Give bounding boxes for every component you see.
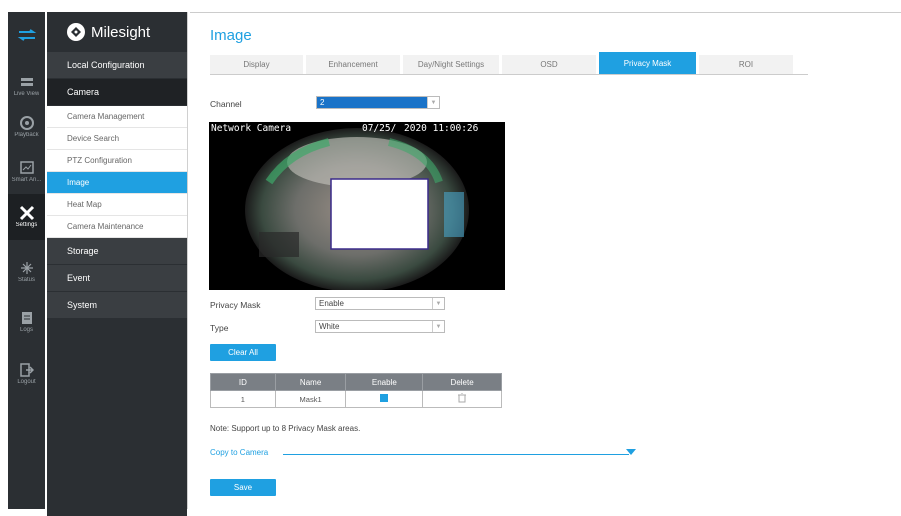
mask-enable-cell bbox=[345, 390, 424, 408]
tab-osd[interactable]: OSD bbox=[502, 55, 596, 74]
type-select[interactable]: White ▼ bbox=[315, 320, 445, 333]
tab-day-night-settings[interactable]: Day/Night Settings bbox=[403, 55, 499, 74]
rail-label: Smart An... bbox=[11, 176, 42, 183]
image-tabs: Display Enhancement Day/Night Settings O… bbox=[210, 52, 808, 75]
tab-display[interactable]: Display bbox=[210, 55, 303, 74]
milesight-logo-icon bbox=[67, 23, 85, 41]
transfer-icon[interactable] bbox=[8, 12, 45, 58]
brand-header: Milesight bbox=[47, 12, 187, 52]
privacy-mask-select[interactable]: Enable ▼ bbox=[315, 297, 445, 310]
osd-camera-name: Network Camera bbox=[211, 123, 292, 134]
mask-name: Mask1 bbox=[274, 390, 347, 408]
table-row: 1 Mask1 bbox=[210, 390, 502, 408]
video-preview[interactable]: Network Camera 07/25/ 2020 11:00:26 bbox=[209, 122, 505, 290]
nav-local-configuration[interactable]: Local Configuration bbox=[47, 52, 187, 79]
rail-label: Settings bbox=[15, 221, 38, 228]
nav-ptz-configuration[interactable]: PTZ Configuration bbox=[47, 150, 187, 172]
playback-icon bbox=[19, 115, 35, 130]
live-view-icon bbox=[19, 75, 35, 89]
type-label: Type bbox=[210, 323, 229, 333]
osd-date: 07/25/ bbox=[362, 123, 397, 134]
copy-to-camera-link[interactable]: Copy to Camera bbox=[210, 448, 268, 457]
nav-camera-maintenance[interactable]: Camera Maintenance bbox=[47, 216, 187, 238]
channel-label: Channel bbox=[210, 99, 242, 109]
icon-rail: Live View Playback Smart An... Settings … bbox=[8, 12, 45, 509]
status-icon bbox=[19, 261, 35, 275]
osd-time: 2020 11:00:26 bbox=[404, 123, 479, 134]
save-button[interactable]: Save bbox=[210, 479, 276, 496]
clear-all-button[interactable]: Clear All bbox=[210, 344, 276, 361]
rail-label: Logout bbox=[17, 378, 36, 385]
rail-item-status[interactable]: Status bbox=[8, 252, 45, 292]
mask-id: 1 bbox=[210, 390, 276, 408]
expand-arrow-icon[interactable] bbox=[626, 449, 636, 455]
rail-item-logout[interactable]: Logout bbox=[8, 354, 45, 394]
copy-divider bbox=[283, 454, 629, 455]
page-title: Image bbox=[210, 27, 252, 44]
nav-heat-map[interactable]: Heat Map bbox=[47, 194, 187, 216]
tab-enhancement[interactable]: Enhancement bbox=[306, 55, 400, 74]
chevron-down-icon: ▼ bbox=[432, 321, 444, 332]
channel-value: 2 bbox=[320, 98, 325, 107]
rail-label: Status bbox=[17, 276, 35, 283]
nav-camera-management[interactable]: Camera Management bbox=[47, 106, 187, 128]
nav-device-search[interactable]: Device Search bbox=[47, 128, 187, 150]
rail-item-smart-analytics[interactable]: Smart An... bbox=[8, 152, 45, 192]
fisheye-image bbox=[245, 128, 469, 290]
type-value: White bbox=[319, 322, 340, 331]
col-delete: Delete bbox=[422, 373, 502, 391]
smart-analytics-icon bbox=[19, 161, 35, 175]
rail-label: Logs bbox=[19, 326, 33, 333]
rail-item-live-view[interactable]: Live View bbox=[8, 66, 45, 106]
app: Live View Playback Smart An... Settings … bbox=[0, 0, 901, 516]
logs-icon bbox=[19, 311, 35, 325]
chevron-down-icon: ▼ bbox=[432, 298, 444, 309]
enable-checkbox[interactable] bbox=[380, 394, 389, 402]
main-content: Image Display Enhancement Day/Night Sett… bbox=[190, 12, 901, 509]
logout-icon bbox=[19, 362, 35, 377]
rail-item-settings[interactable]: Settings bbox=[8, 194, 45, 240]
tab-roi[interactable]: ROI bbox=[699, 55, 793, 74]
col-enable: Enable bbox=[345, 373, 424, 391]
brand-name: Milesight bbox=[91, 23, 151, 41]
mask-limit-note: Note: Support up to 8 Privacy Mask areas… bbox=[210, 424, 361, 433]
nav-storage[interactable]: Storage bbox=[47, 238, 187, 265]
nav-image[interactable]: Image bbox=[47, 172, 187, 194]
trash-icon[interactable] bbox=[458, 392, 467, 405]
nav-camera[interactable]: Camera bbox=[47, 79, 187, 106]
rail-label: Live View bbox=[13, 90, 40, 97]
nav-event[interactable]: Event bbox=[47, 265, 187, 292]
rail-item-logs[interactable]: Logs bbox=[8, 302, 45, 342]
tab-privacy-mask[interactable]: Privacy Mask bbox=[599, 52, 696, 74]
settings-icon bbox=[19, 205, 35, 220]
mask-delete-cell bbox=[422, 390, 502, 408]
privacy-mask-value: Enable bbox=[319, 299, 344, 308]
nav-system[interactable]: System bbox=[47, 292, 187, 319]
privacy-mask-label: Privacy Mask bbox=[210, 300, 261, 310]
col-name: Name bbox=[274, 373, 347, 391]
channel-select[interactable]: 2 ▼ bbox=[316, 96, 440, 109]
rail-label: Playback bbox=[14, 131, 39, 138]
rail-item-playback[interactable]: Playback bbox=[8, 107, 45, 147]
col-id: ID bbox=[210, 373, 276, 391]
privacy-mask-area bbox=[330, 178, 429, 250]
nav-panel: Milesight Local Configuration Camera Cam… bbox=[47, 12, 188, 516]
nav-filler bbox=[47, 319, 187, 516]
chevron-down-icon: ▼ bbox=[427, 97, 439, 108]
privacy-mask-table: ID Name Enable Delete 1 Mask1 bbox=[210, 373, 502, 408]
